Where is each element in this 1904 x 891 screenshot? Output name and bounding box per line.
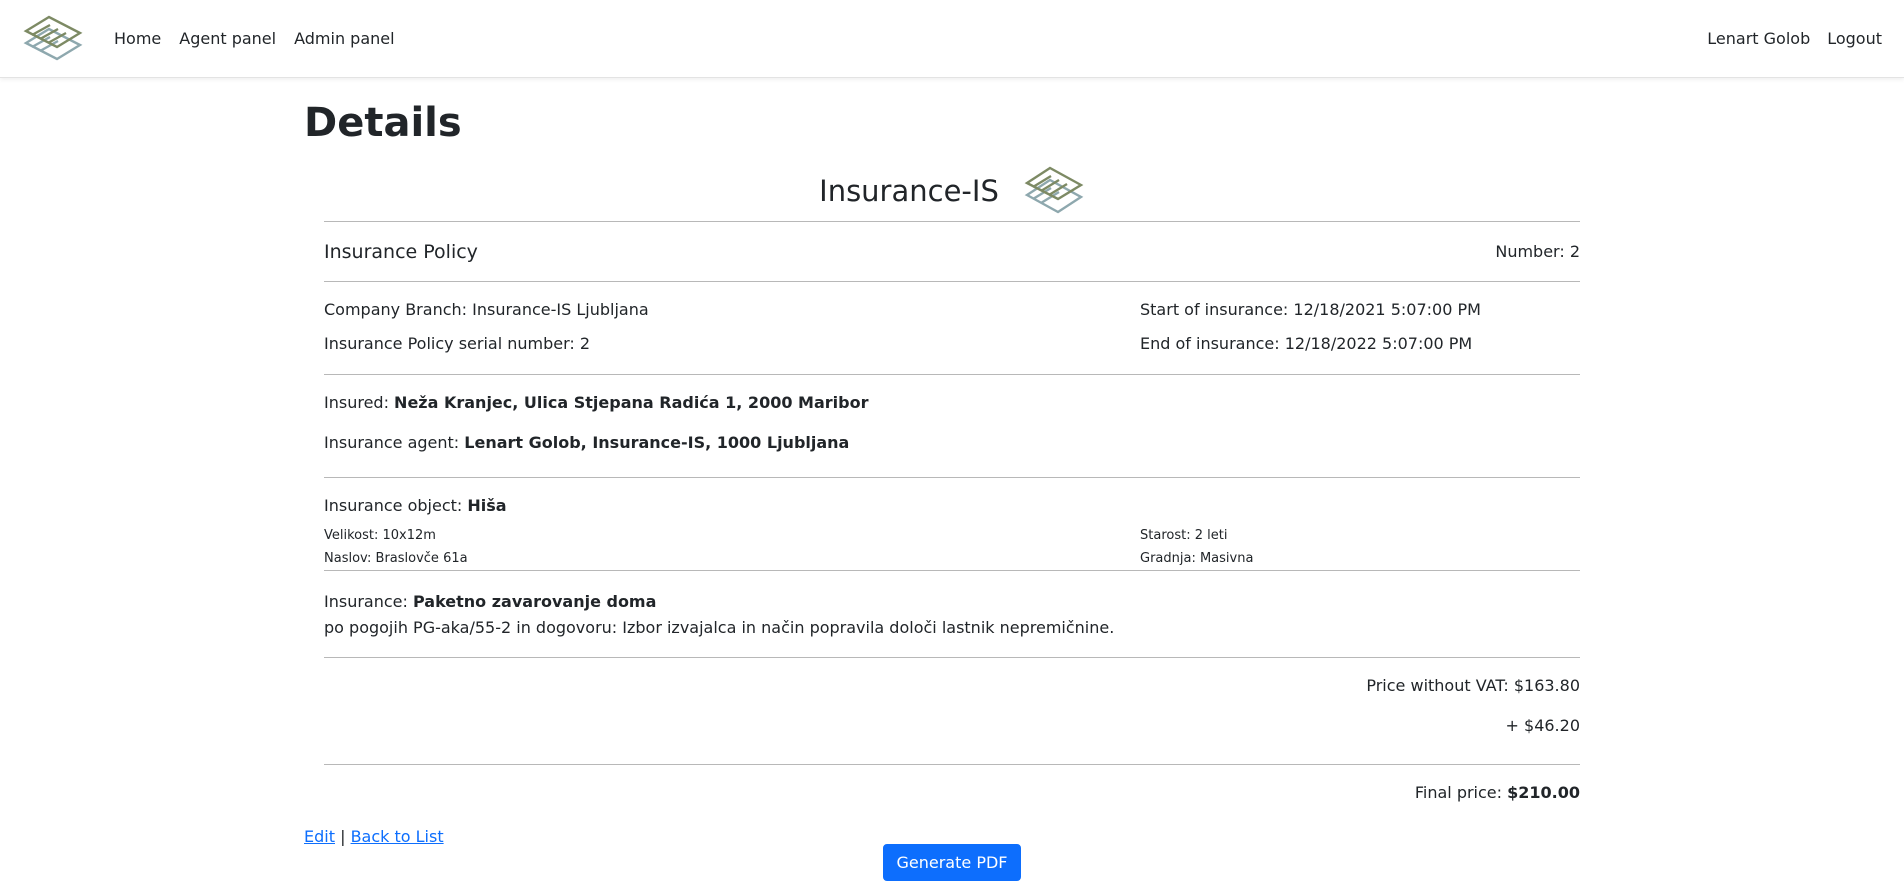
- nav-admin-panel[interactable]: Admin panel: [294, 29, 394, 48]
- nav-left: Home Agent panel Admin panel: [22, 13, 413, 65]
- agent-label: Insurance agent:: [324, 433, 465, 452]
- object-line: Insurance object: Hiša: [324, 496, 1580, 524]
- object-construction: Gradnja: Masivna: [1140, 551, 1254, 566]
- company-logo: [1024, 166, 1084, 214]
- agent-line: Insurance agent: Lenart Golob, Insurance…: [324, 433, 1580, 473]
- object-details-left: Velikost: 10x12m Naslov: Braslovče 61a: [324, 524, 1140, 570]
- object-address: Naslov: Braslovče 61a: [324, 551, 468, 566]
- document-header: Insurance-IS: [324, 161, 1580, 221]
- final-price-value: $210.00: [1507, 783, 1580, 802]
- nav-logout[interactable]: Logout: [1827, 29, 1882, 48]
- button-row: Generate PDF: [304, 844, 1600, 881]
- insurance-section: Insurance: Paketno zavarovanje doma po p…: [324, 571, 1580, 657]
- policy-meta: Company Branch: Insurance-IS Ljubljana I…: [324, 282, 1580, 374]
- nav-right: Lenart Golob Logout: [1690, 29, 1882, 48]
- price-without-vat: Price without VAT: $163.80: [1366, 676, 1580, 695]
- agent-value: Lenart Golob, Insurance-IS, 1000 Ljublja…: [464, 433, 850, 452]
- object-value: Hiša: [467, 496, 507, 515]
- insurance-object: Insurance object: Hiša Velikost: 10x12m …: [324, 478, 1580, 570]
- navbar: Home Agent panel Admin panel Lenart Golo…: [0, 0, 1904, 78]
- insurance-label: Insurance:: [324, 592, 413, 611]
- insurance-description: po pogojih PG-aka/55-2 in dogovoru: Izbo…: [324, 618, 1115, 637]
- brand-logo[interactable]: [22, 13, 84, 65]
- insured-value: Neža Kranjec, Ulica Stjepana Radića 1, 2…: [394, 393, 869, 412]
- insured-line: Insured: Neža Kranjec, Ulica Stjepana Ra…: [324, 393, 1580, 433]
- insurance-line: Insurance: Paketno zavarovanje doma: [324, 589, 1580, 615]
- price-section: Price without VAT: $163.80 + $46.20: [324, 658, 1580, 764]
- final-price: Final price: $210.00: [324, 765, 1580, 811]
- policy-title: Insurance Policy: [324, 240, 478, 263]
- back-to-list-link[interactable]: Back to List: [351, 827, 444, 846]
- company-branch: Company Branch: Insurance-IS Ljubljana: [324, 300, 649, 319]
- object-size: Velikost: 10x12m: [324, 528, 436, 543]
- company-name: Insurance-IS: [819, 174, 999, 208]
- final-price-label: Final price:: [1414, 783, 1508, 802]
- nav-agent-panel[interactable]: Agent panel: [179, 29, 276, 48]
- meta-right: Start of insurance: 12/18/2021 5:07:00 P…: [1140, 300, 1580, 368]
- page-title: Details: [304, 100, 462, 146]
- object-label: Insurance object:: [324, 496, 468, 515]
- nav-user-name[interactable]: Lenart Golob: [1707, 29, 1810, 48]
- parties: Insured: Neža Kranjec, Ulica Stjepana Ra…: [324, 375, 1580, 477]
- insurance-value: Paketno zavarovanje doma: [412, 592, 657, 611]
- main-content: Details Insurance-IS Insurance Policy Nu…: [304, 78, 1600, 881]
- edit-link[interactable]: Edit: [304, 827, 335, 846]
- policy-document: Insurance-IS Insurance Policy Number: 2: [324, 161, 1580, 811]
- object-age: Starost: 2 leti: [1140, 528, 1228, 543]
- insured-label: Insured:: [324, 393, 395, 412]
- meta-left: Company Branch: Insurance-IS Ljubljana I…: [324, 300, 1140, 368]
- link-separator: |: [340, 827, 346, 846]
- policy-header-row: Insurance Policy Number: 2: [324, 222, 1580, 281]
- object-details: Velikost: 10x12m Naslov: Braslovče 61a S…: [324, 524, 1580, 570]
- object-details-right: Starost: 2 leti Gradnja: Masivna: [1140, 524, 1580, 570]
- nav-home[interactable]: Home: [114, 29, 161, 48]
- insurance-start: Start of insurance: 12/18/2021 5:07:00 P…: [1140, 300, 1481, 319]
- insurance-end: End of insurance: 12/18/2022 5:07:00 PM: [1140, 334, 1473, 353]
- serial-number: Insurance Policy serial number: 2: [324, 334, 591, 353]
- generate-pdf-button[interactable]: Generate PDF: [882, 844, 1022, 881]
- policy-number: Number: 2: [1495, 242, 1580, 261]
- vat-amount: + $46.20: [1505, 716, 1580, 735]
